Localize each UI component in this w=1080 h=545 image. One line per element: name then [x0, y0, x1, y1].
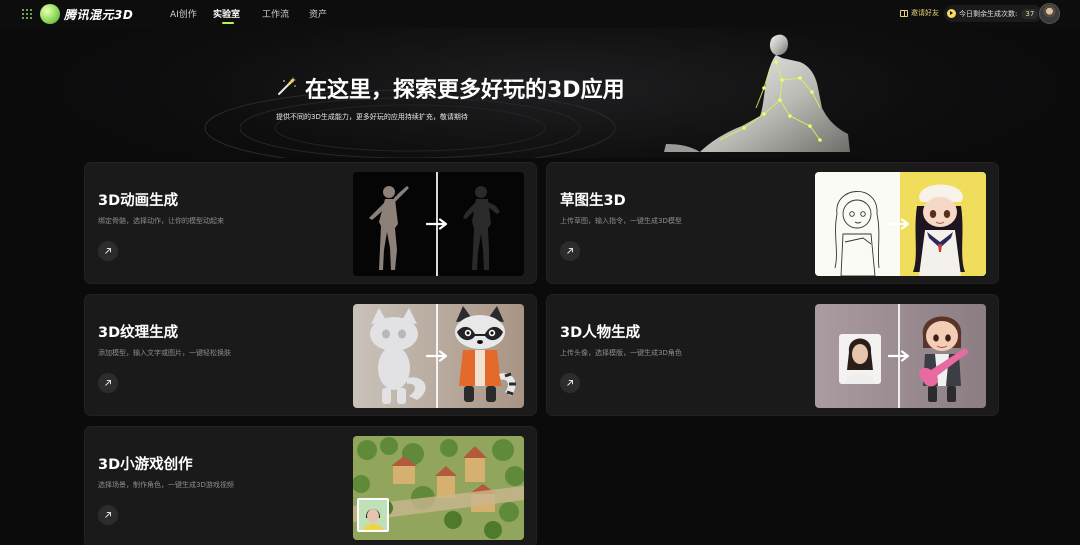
generation-quota[interactable]: 今日剩余生成次数: 37	[944, 5, 1043, 22]
card-thumbnail	[353, 304, 524, 408]
arrow-right-icon	[426, 218, 448, 230]
card-thumbnail	[815, 304, 986, 408]
card-thumbnail	[353, 436, 524, 540]
arrow-up-right-icon[interactable]	[98, 241, 118, 261]
tab-workflow[interactable]: 工作流	[262, 7, 289, 20]
hero-subtitle: 提供不同的3D生成能力，更多好玩的应用持续扩充，敬请期待	[276, 113, 468, 121]
top-nav: 腾讯混元3D AI创作 实验室 工作流 资产 邀请好友 今日剩余生成次数: 37	[0, 0, 1080, 28]
logo-text: 腾讯混元3D	[64, 7, 134, 22]
arrow-up-right-icon[interactable]	[560, 241, 580, 261]
card-title: 草图生3D	[560, 193, 626, 209]
grid-icon[interactable]	[22, 9, 32, 19]
card-title: 3D人物生成	[560, 325, 641, 341]
logo-icon	[40, 4, 60, 24]
tab-assets[interactable]: 资产	[309, 7, 327, 20]
arrow-up-right-icon[interactable]	[560, 373, 580, 393]
card-title: 3D纹理生成	[98, 325, 179, 341]
card-3d-texture[interactable]: 3D纹理生成 添加模型，输入文字或图片，一键轻松换肤	[84, 294, 537, 416]
active-tab-indicator	[222, 22, 234, 24]
arrow-up-right-icon[interactable]	[98, 505, 118, 525]
invite-label: 邀请好友	[911, 9, 939, 17]
card-3d-character[interactable]: 3D人物生成 上传头像，选择模版，一键生成3D角色	[546, 294, 999, 416]
card-3d-mini-game[interactable]: 3D小游戏创作 选择场景，制作角色，一键生成3D游戏视频	[84, 426, 537, 545]
card-desc: 上传草图，输入指令，一键生成3D模型	[560, 217, 682, 225]
hero-banner: 在这里，探索更多好玩的3D应用 提供不同的3D生成能力，更多好玩的应用持续扩充，…	[0, 28, 1080, 158]
gift-icon	[900, 9, 908, 17]
card-3d-animation[interactable]: 3D动画生成 绑定骨骼，选择动作，让你的模型动起来	[84, 162, 537, 284]
card-title: 3D动画生成	[98, 193, 179, 209]
arrow-right-icon	[888, 218, 910, 230]
arrow-right-icon	[426, 350, 448, 362]
card-desc: 上传头像，选择模版，一键生成3D角色	[560, 349, 682, 357]
hero-title: 在这里，探索更多好玩的3D应用	[305, 78, 625, 103]
card-thumbnail	[353, 172, 524, 276]
statue-illustration	[664, 34, 850, 152]
card-desc: 选择场景，制作角色，一键生成3D游戏视频	[98, 481, 234, 489]
card-sketch-to-3d[interactable]: 草图生3D 上传草图，输入指令，一键生成3D模型	[546, 162, 999, 284]
card-title: 3D小游戏创作	[98, 457, 193, 473]
card-desc: 绑定骨骼，选择动作，让你的模型动起来	[98, 217, 224, 225]
arrow-right-icon	[888, 350, 910, 362]
magic-wand-icon	[278, 77, 296, 95]
play-icon	[947, 9, 956, 18]
tab-lab[interactable]: 实验室	[213, 7, 240, 20]
arrow-up-right-icon[interactable]	[98, 373, 118, 393]
avatar[interactable]	[1039, 3, 1060, 24]
card-thumbnail	[815, 172, 986, 276]
logo[interactable]: 腾讯混元3D	[40, 4, 133, 24]
quota-count: 37	[1021, 8, 1039, 19]
invite-friends-button[interactable]: 邀请好友	[900, 8, 939, 18]
card-desc: 添加模型，输入文字或图片，一键轻松换肤	[98, 349, 231, 357]
tab-ai-create[interactable]: AI创作	[170, 7, 197, 20]
quota-label: 今日剩余生成次数:	[959, 9, 1018, 18]
